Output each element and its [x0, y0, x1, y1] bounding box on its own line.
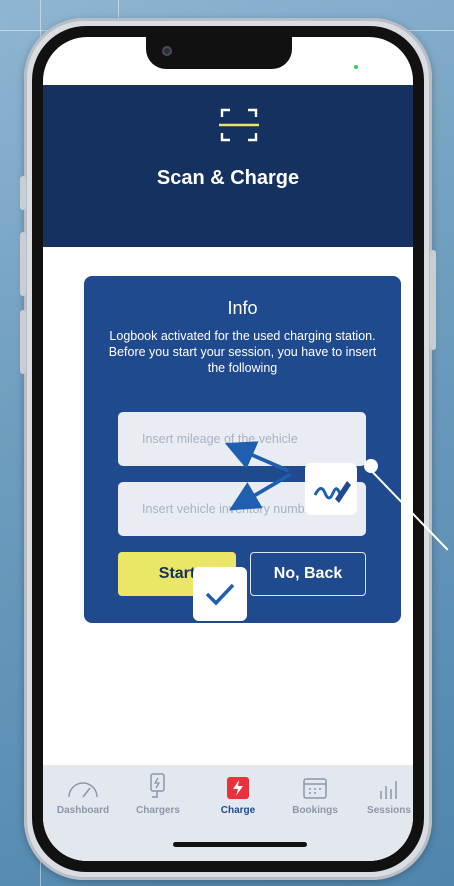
dialog-title: Info — [227, 298, 258, 318]
signature-badge — [305, 463, 357, 515]
app-screen: Scan & Charge Info Logbook activated for… — [43, 37, 413, 861]
page-title: Scan & Charge — [156, 167, 300, 189]
nav-item-bookings[interactable]: Bookings — [280, 773, 350, 816]
nav-label: Sessions — [367, 805, 411, 816]
nav-item-sessions[interactable]: Sessions — [354, 773, 413, 816]
mileage-input[interactable]: Insert mileage of the vehicle — [118, 412, 366, 466]
nav-label: Dashboard — [56, 805, 110, 816]
nav-item-chargers[interactable]: Chargers — [123, 773, 193, 816]
bar-chart-icon — [380, 781, 397, 799]
bottom-navigation: Dashboard Chargers Charge Bookings Sessi… — [43, 765, 413, 861]
privacy-indicator-dot — [354, 65, 358, 69]
signature-pen-icon — [313, 481, 351, 503]
dialog-message: Logbook activated for the used charging … — [108, 329, 377, 375]
charger-icon — [150, 773, 165, 798]
home-indicator — [173, 842, 307, 847]
nav-item-dashboard[interactable]: Dashboard — [48, 773, 118, 816]
checkmark-icon — [205, 583, 235, 606]
phone-side-button — [20, 232, 26, 296]
app-header: Scan & Charge — [43, 85, 413, 247]
lightning-icon — [227, 777, 249, 799]
scan-frame-icon — [219, 108, 259, 142]
phone-side-button — [430, 250, 436, 350]
nav-label: Charge — [220, 805, 256, 816]
nav-label: Bookings — [292, 805, 338, 816]
calendar-icon — [303, 778, 327, 799]
nav-item-charge[interactable]: Charge — [203, 773, 273, 816]
phone-frame: Scan & Charge Info Logbook activated for… — [20, 18, 436, 880]
phone-side-button — [20, 310, 26, 374]
nav-label: Chargers — [136, 805, 180, 816]
speedometer-icon — [68, 782, 98, 798]
phone-bezel: Scan & Charge Info Logbook activated for… — [32, 26, 424, 872]
checkmark-badge — [193, 567, 247, 621]
phone-notch — [146, 37, 292, 69]
back-button[interactable]: No, Back — [250, 552, 366, 596]
camera-icon — [162, 46, 172, 56]
phone-side-button — [20, 176, 26, 210]
